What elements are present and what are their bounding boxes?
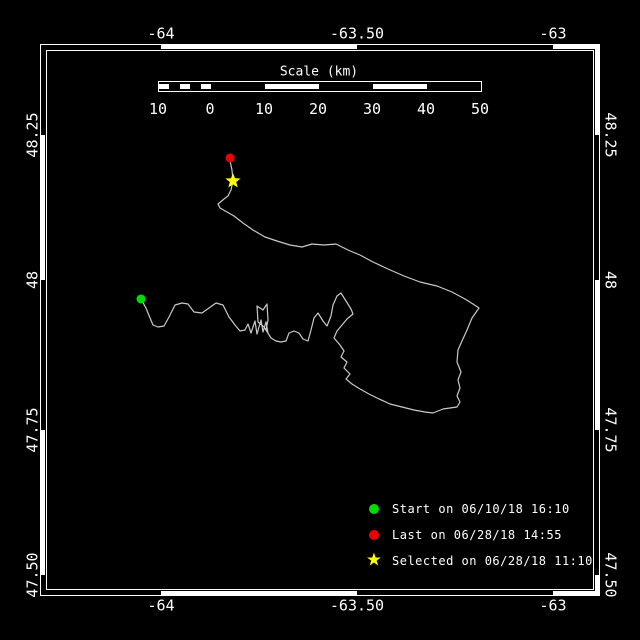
map-plot-area[interactable]	[0, 0, 640, 640]
start-marker[interactable]	[136, 294, 146, 304]
last-marker[interactable]	[225, 153, 235, 163]
track-map-viewer: -64 -63.50 -63 -64 -63.50 -63 48.25 48 47.75 47.5…	[0, 0, 640, 640]
start-dot-icon	[369, 504, 379, 514]
legend-start-label: Start on 06/10/18 16:10	[392, 502, 570, 516]
legend-last-label: Last on 06/28/18 14:55	[392, 528, 562, 542]
gps-track-line	[140, 160, 480, 414]
legend-selected-label: Selected on 06/28/18 11:10	[392, 554, 593, 568]
selected-star-icon: ★	[365, 549, 383, 571]
selected-marker[interactable]	[225, 173, 241, 188]
last-dot-icon	[369, 530, 379, 540]
